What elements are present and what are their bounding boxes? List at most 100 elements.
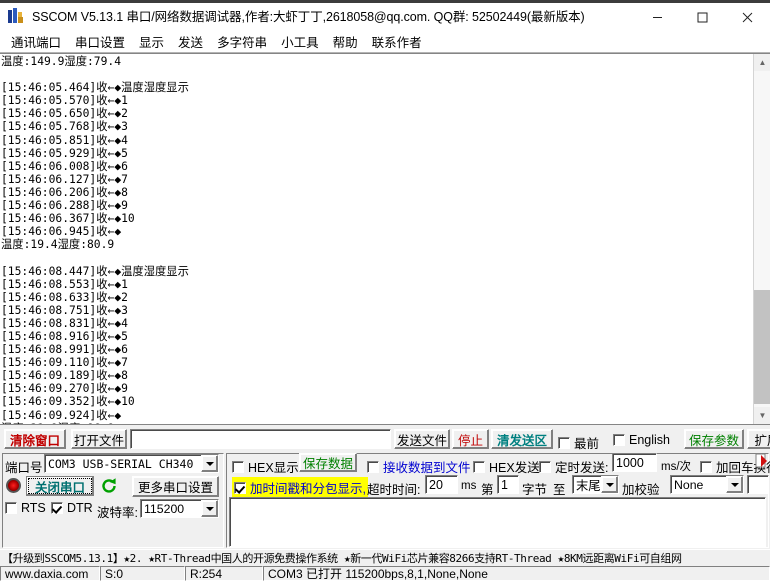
terminal-line: 温度:21.8湿度:86.8 <box>1 422 753 424</box>
advertisement-bar[interactable]: 【升级到SSCOM5.13.1】★2. ★RT-Thread中国人的开源免费操作… <box>0 549 770 566</box>
checkbox-icon <box>473 460 485 473</box>
terminal-line: [15:46:08.553]收←◆1 <box>1 277 128 291</box>
baud-rate-label: 波特率: <box>97 506 138 520</box>
menu-item-serial-settings[interactable]: 串口设置 <box>68 30 132 53</box>
always-on-top-checkbox[interactable]: 最前 <box>558 433 599 452</box>
hex-display-checkbox[interactable]: HEX显示 <box>232 457 299 476</box>
chevron-down-icon[interactable] <box>601 476 618 493</box>
menu-item-tools[interactable]: 小工具 <box>274 30 326 53</box>
always-on-top-label: 最前 <box>574 437 600 451</box>
terminal-line: [15:46:09.924]收←◆ <box>1 408 122 422</box>
send-file-button[interactable]: 发送文件 <box>394 429 450 449</box>
scroll-down-icon[interactable]: ▼ <box>754 407 770 424</box>
clear-window-button[interactable]: 清除窗口 <box>4 429 66 449</box>
status-website[interactable]: www.daxia.com <box>0 566 100 581</box>
connection-led-icon <box>6 478 21 493</box>
timeout-input[interactable]: 20 <box>425 475 458 494</box>
terminal-line: [15:46:08.447]收←◆温度湿度显示 <box>1 264 189 278</box>
checkbox-icon <box>700 460 712 473</box>
chevron-down-icon[interactable] <box>726 476 743 493</box>
port-label: 端口号 <box>5 461 43 475</box>
byte-index-input[interactable]: 1 <box>497 475 519 494</box>
send-text-area[interactable] <box>229 497 766 547</box>
terminal-line: [15:46:09.189]收←◆8 <box>1 369 128 383</box>
clear-send-area-button[interactable]: 清发送区 <box>491 429 553 449</box>
terminal-panel: 温度:149.9湿度:79.4 [15:46:05.464]收←◆温度湿度显示 [… <box>0 53 770 425</box>
scrollbar-thumb[interactable] <box>754 290 770 404</box>
dtr-checkbox[interactable]: DTR <box>51 501 93 515</box>
terminal-line: [15:46:09.352]收←◆10 <box>1 395 135 409</box>
hex-send-checkbox[interactable]: HEX发送 <box>473 457 540 476</box>
control-panel: 清除窗口 打开文件 发送文件 停止 清发送区 最前 English 保存参数 扩… <box>0 425 770 550</box>
terminal-line: [15:46:09.110]收←◆7 <box>1 356 128 370</box>
menu-item-display[interactable]: 显示 <box>132 30 171 53</box>
timed-send-interval-input[interactable]: 1000 <box>612 453 657 472</box>
checkbox-icon <box>558 436 570 449</box>
terminal-line: 温度:149.9湿度:79.4 <box>1 55 122 68</box>
minimize-button[interactable] <box>635 3 680 31</box>
english-checkbox[interactable]: English <box>613 433 670 447</box>
menu-item-help[interactable]: 帮助 <box>326 30 365 53</box>
terminal-output[interactable]: 温度:149.9湿度:79.4 [15:46:05.464]收←◆温度湿度显示 [… <box>0 54 753 424</box>
status-bar: www.daxia.com S:0 R:254 COM3 已打开 115200b… <box>0 566 770 581</box>
menu-item-multi-string[interactable]: 多字符串 <box>210 30 274 53</box>
rts-checkbox[interactable]: RTS <box>5 501 46 515</box>
save-data-button[interactable]: 保存数据 <box>299 453 357 472</box>
close-button[interactable] <box>725 3 770 31</box>
window-title: SSCOM V5.13.1 串口/网络数据调试器,作者:大虾丁丁,2618058… <box>32 10 585 24</box>
rts-label: RTS <box>21 501 46 515</box>
terminal-line: [15:46:05.464]收←◆温度湿度显示 <box>1 81 189 95</box>
more-serial-settings-button[interactable]: 更多串口设置 <box>132 476 219 497</box>
status-sent-count: S:0 <box>100 566 185 581</box>
terminal-line: [15:46:06.367]收←◆10 <box>1 212 135 226</box>
hex-display-label: HEX显示 <box>248 461 299 475</box>
terminal-line: [15:46:08.633]收←◆2 <box>1 290 128 304</box>
file-path-input[interactable] <box>130 429 391 449</box>
close-serial-port-button[interactable]: 关闭串口 <box>26 476 94 496</box>
maximize-button[interactable] <box>680 3 725 31</box>
checksum-extra-input[interactable] <box>747 475 769 494</box>
extend-button[interactable]: 扩展 <box>747 429 770 449</box>
save-params-button[interactable]: 保存参数 <box>684 429 744 449</box>
receive-to-file-checkbox[interactable]: 接收数据到文件 <box>367 457 471 476</box>
window-controls <box>635 3 770 31</box>
menu-item-comm-port[interactable]: 通讯端口 <box>4 30 68 53</box>
checkbox-icon <box>232 460 244 473</box>
scroll-up-icon[interactable]: ▲ <box>754 54 770 71</box>
alert-red-icon[interactable] <box>755 453 768 469</box>
terminal-line: [15:46:06.206]收←◆8 <box>1 185 128 199</box>
checksum-select[interactable]: None <box>670 475 744 494</box>
dtr-label: DTR <box>67 501 93 515</box>
to-label: 至 <box>553 483 566 497</box>
menu-item-contact-author[interactable]: 联系作者 <box>365 30 429 53</box>
chevron-down-icon[interactable] <box>201 500 218 517</box>
checkbox-checked-icon <box>51 502 63 514</box>
terminal-line: [15:46:08.916]收←◆5 <box>1 329 128 343</box>
timestamp-packet-display-label: 加时间戳和分包显示, <box>250 482 366 496</box>
range-end-select[interactable]: 末尾 <box>572 475 619 494</box>
checkbox-icon <box>367 460 379 473</box>
ms-per-time-label: ms/次 <box>661 461 692 473</box>
ms-unit-label: ms <box>461 480 477 492</box>
port-select[interactable]: COM3 USB-SERIAL CH340 <box>44 454 219 473</box>
open-file-button[interactable]: 打开文件 <box>71 429 127 449</box>
terminal-line: [15:46:06.127]收←◆7 <box>1 172 128 186</box>
checkbox-icon <box>5 502 17 514</box>
terminal-line: [15:46:09.270]收←◆9 <box>1 382 128 396</box>
timed-send-checkbox[interactable]: 定时发送: <box>539 457 608 476</box>
timestamp-packet-display-checkbox[interactable]: 加时间戳和分包显示, <box>232 477 368 498</box>
baud-rate-select[interactable]: 115200 <box>140 499 219 518</box>
terminal-line: 温度:19.4湿度:80.9 <box>1 238 115 252</box>
title-bar: SSCOM V5.13.1 串口/网络数据调试器,作者:大虾丁丁,2618058… <box>0 0 770 31</box>
chevron-down-icon[interactable] <box>201 455 218 472</box>
checksum-value: None <box>674 477 704 492</box>
status-received-count: R:254 <box>185 566 263 581</box>
nth-prefix-label: 第 <box>481 483 494 497</box>
range-end-value: 末尾 <box>576 478 601 493</box>
refresh-ports-icon[interactable] <box>100 477 118 495</box>
terminal-scrollbar[interactable]: ▲ ▼ <box>753 54 770 424</box>
stop-button[interactable]: 停止 <box>452 429 489 449</box>
menu-item-send[interactable]: 发送 <box>171 30 210 53</box>
